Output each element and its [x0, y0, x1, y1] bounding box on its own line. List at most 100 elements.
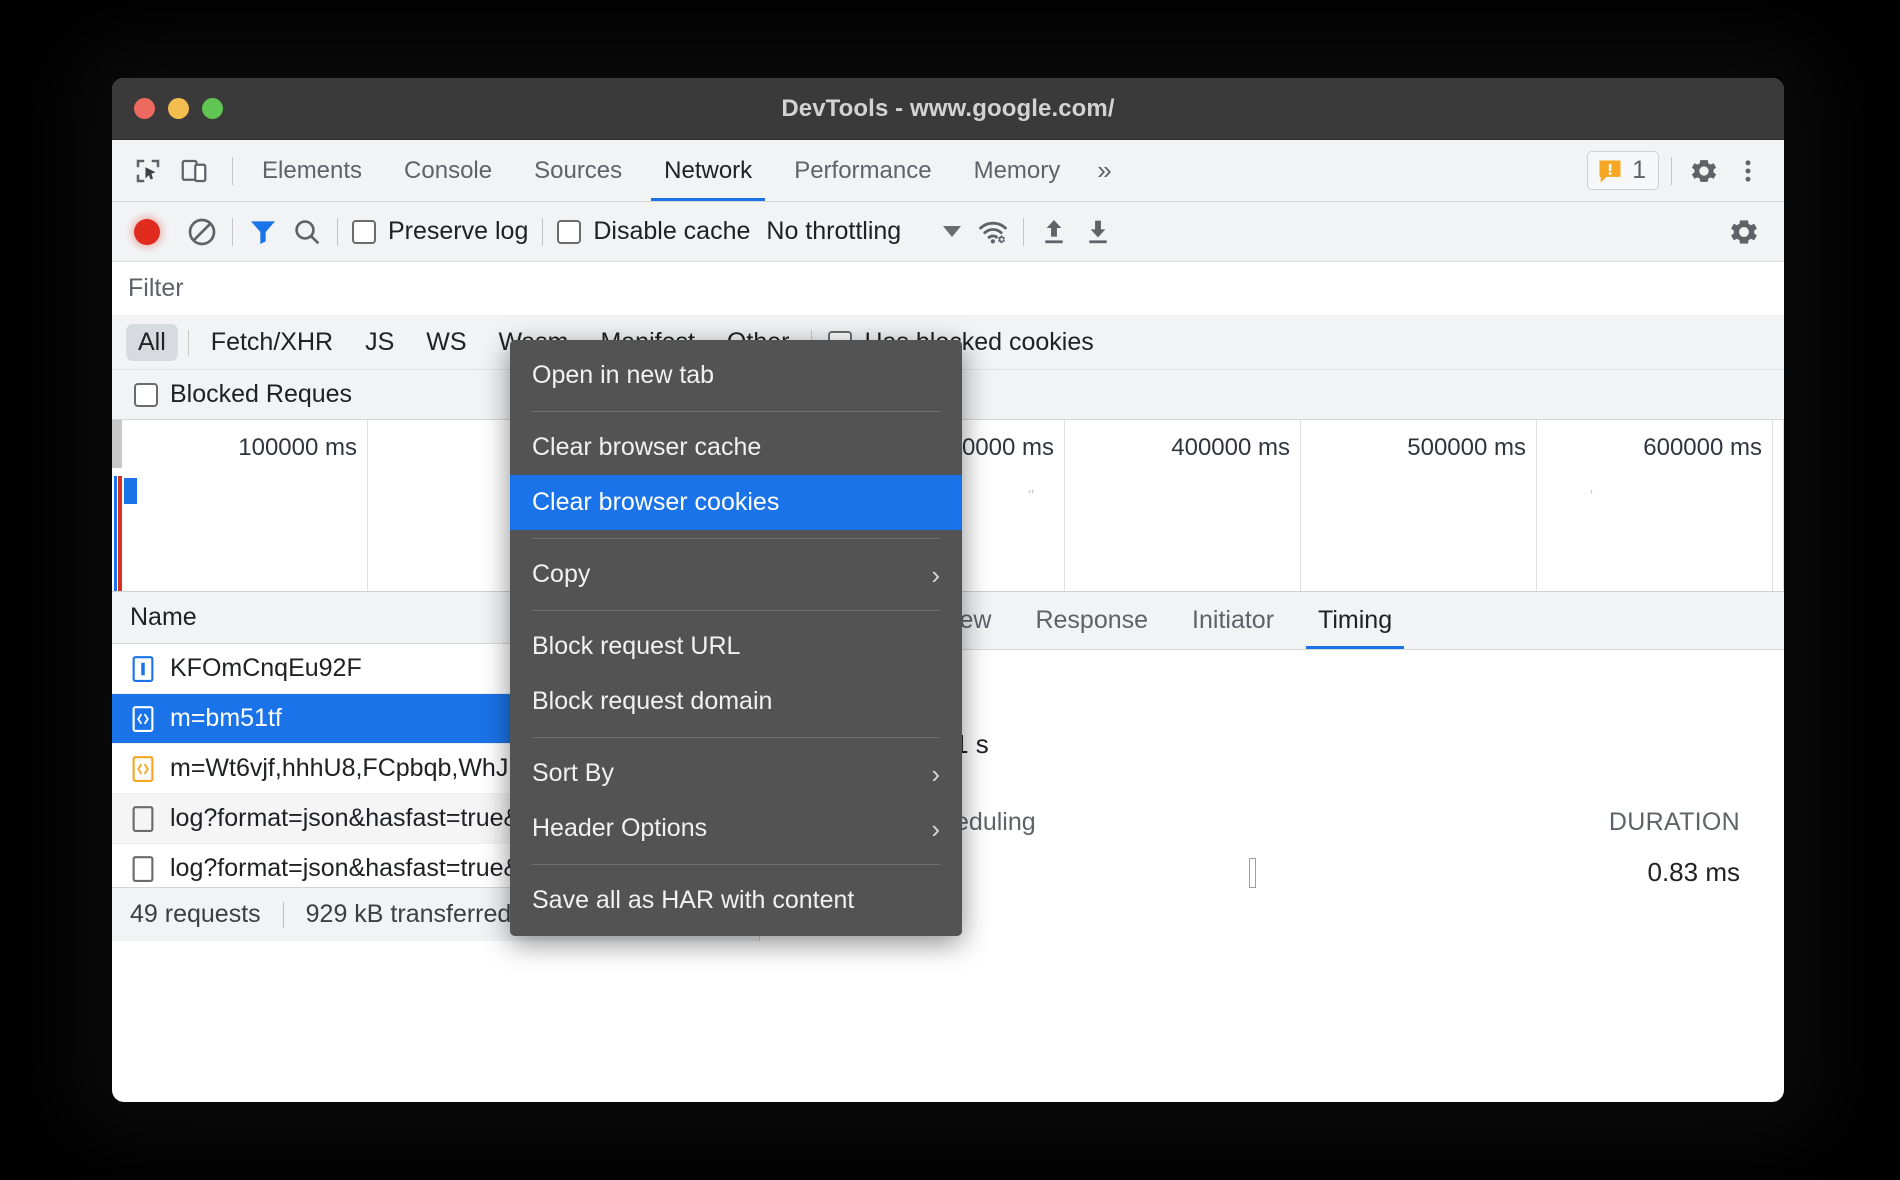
menu-item-label: Header Options	[532, 814, 707, 843]
tab-timing-label: Timing	[1318, 606, 1392, 635]
overview-cell-7: 600000 ms	[1537, 420, 1773, 591]
menu-item-label: Copy	[532, 560, 590, 589]
overview-minor-tick-1: ''	[1028, 488, 1034, 506]
generic-file-icon	[130, 804, 156, 834]
overview-scroll-handle[interactable]	[112, 420, 122, 468]
tab-network[interactable]: Network	[643, 140, 773, 201]
wifi-gear-icon[interactable]	[971, 210, 1015, 254]
menu-item-clear-browser-cache[interactable]: Clear browser cache	[510, 420, 962, 475]
menu-item-save-all-as-har[interactable]: Save all as HAR with content	[510, 873, 962, 928]
menu-separator	[532, 610, 940, 611]
overview-tick-4: 400000 ms	[1171, 434, 1290, 462]
menu-item-label: Clear browser cache	[532, 433, 761, 462]
warning-badge[interactable]: 1	[1587, 151, 1659, 190]
screenshot-root: DevTools - www.google.com/ Elements Cons…	[0, 0, 1900, 1180]
network-toolbar-right	[1722, 210, 1784, 254]
menu-item-block-request-url[interactable]: Block request URL	[510, 619, 962, 674]
tab-memory[interactable]: Memory	[953, 140, 1082, 201]
menu-separator	[532, 737, 940, 738]
gear-icon[interactable]	[1684, 151, 1724, 191]
type-filter-js[interactable]: JS	[353, 324, 406, 361]
menu-item-label: Save all as HAR with content	[532, 886, 854, 915]
devtools-window: DevTools - www.google.com/ Elements Cons…	[112, 78, 1784, 1102]
window-titlebar: DevTools - www.google.com/	[112, 78, 1784, 140]
toolbar-divider-3	[542, 218, 543, 246]
tab-response-label: Response	[1035, 606, 1148, 635]
menu-item-label: Block request URL	[532, 632, 740, 661]
tab-performance[interactable]: Performance	[773, 140, 952, 201]
toolbar-divider-1	[232, 218, 233, 246]
menu-item-copy[interactable]: Copy ›	[510, 547, 962, 602]
blocked-requests-box	[134, 383, 158, 407]
actions-divider	[1671, 157, 1672, 185]
clear-icon[interactable]	[180, 210, 224, 254]
download-arrow-icon[interactable]	[1076, 210, 1120, 254]
menu-item-header-options[interactable]: Header Options ›	[510, 801, 962, 856]
status-requests: 49 requests	[130, 900, 283, 929]
request-name: m=bm51tf	[170, 704, 282, 733]
overview-cell-8	[1773, 420, 1784, 591]
filter-input[interactable]: Filter	[128, 274, 184, 303]
warning-speech-bubble-icon	[1596, 157, 1624, 185]
timing-row-value: 0.83 ms	[1570, 857, 1740, 888]
record-button[interactable]	[134, 219, 160, 245]
type-filter-fetch-xhr[interactable]: Fetch/XHR	[199, 324, 345, 361]
queueing-bar	[1249, 858, 1256, 888]
tab-sources[interactable]: Sources	[513, 140, 643, 201]
filter-bar: Filter	[112, 262, 1784, 316]
tab-timing[interactable]: Timing	[1296, 592, 1414, 649]
inspect-element-icon[interactable]	[128, 151, 168, 191]
toolbar-divider-4	[1023, 218, 1024, 246]
search-icon[interactable]	[285, 210, 329, 254]
context-menu: Open in new tab Clear browser cache Clea…	[510, 340, 962, 936]
type-filter-ws[interactable]: WS	[414, 324, 478, 361]
device-toolbar-icon[interactable]	[174, 151, 214, 191]
request-name: KFOmCnqEu92F	[170, 654, 362, 683]
blocked-requests-checkbox[interactable]: Blocked Reques	[128, 380, 358, 409]
tab-elements[interactable]: Elements	[241, 140, 383, 201]
tab-initiator[interactable]: Initiator	[1170, 592, 1296, 649]
toolbar-divider	[232, 157, 233, 185]
script-icon	[130, 704, 156, 734]
devtools-tabstrip-actions: 1	[1587, 140, 1784, 201]
menu-item-sort-by[interactable]: Sort By ›	[510, 746, 962, 801]
devtools-tab-list: Elements Console Sources Network Perform…	[241, 140, 1128, 201]
menu-separator	[532, 411, 940, 412]
overview-tick-6: 600000 ms	[1643, 434, 1762, 462]
filter-funnel-icon[interactable]	[241, 210, 285, 254]
tab-initiator-label: Initiator	[1192, 606, 1274, 635]
overview-cell-1: 100000 ms	[112, 420, 368, 591]
generic-file-icon	[130, 854, 156, 884]
menu-item-clear-browser-cookies[interactable]: Clear browser cookies	[510, 475, 962, 530]
more-tabs-chevron-icon[interactable]: »	[1081, 140, 1127, 201]
chevron-right-icon: ›	[931, 816, 940, 842]
throttling-dropdown[interactable]: No throttling	[756, 217, 971, 246]
tab-elements-label: Elements	[262, 157, 362, 185]
three-dots-vertical-icon[interactable]	[1728, 151, 1768, 191]
tab-response[interactable]: Response	[1013, 592, 1170, 649]
dom-content-loaded-marker	[114, 476, 117, 591]
menu-separator	[532, 538, 940, 539]
overview-request-bar	[124, 478, 137, 504]
tab-memory-label: Memory	[974, 157, 1061, 185]
type-divider	[188, 330, 189, 356]
network-settings-gear-icon[interactable]	[1722, 210, 1766, 254]
menu-item-label: Block request domain	[532, 687, 772, 716]
document-icon	[130, 654, 156, 684]
toolbar-divider-2	[337, 218, 338, 246]
upload-arrow-icon[interactable]	[1032, 210, 1076, 254]
disable-cache-box	[557, 220, 581, 244]
preserve-log-box	[352, 220, 376, 244]
chevron-right-icon: ›	[931, 562, 940, 588]
type-filter-all[interactable]: All	[126, 324, 178, 361]
preserve-log-label: Preserve log	[388, 217, 528, 246]
overview-minor-tick-2: '	[1590, 488, 1593, 506]
menu-separator	[532, 864, 940, 865]
devtools-tabstrip: Elements Console Sources Network Perform…	[112, 140, 1784, 202]
tab-console[interactable]: Console	[383, 140, 513, 201]
disable-cache-checkbox[interactable]: Disable cache	[551, 217, 756, 246]
menu-item-block-request-domain[interactable]: Block request domain	[510, 674, 962, 729]
status-transferred: 929 kB transferred	[284, 900, 534, 929]
menu-item-open-in-new-tab[interactable]: Open in new tab	[510, 348, 962, 403]
preserve-log-checkbox[interactable]: Preserve log	[346, 217, 534, 246]
